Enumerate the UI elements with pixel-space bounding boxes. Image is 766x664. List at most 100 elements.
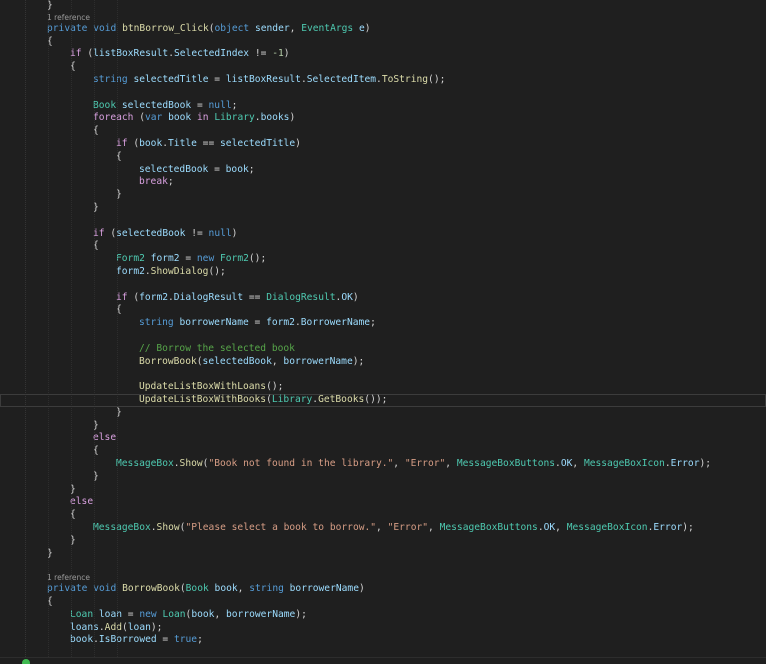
code-token: ();: [208, 266, 226, 277]
code-token: GetBooks: [318, 394, 365, 405]
code-token: book: [214, 583, 238, 595]
code-text: form2.ShowDialog();: [116, 266, 226, 279]
code-token: ;: [197, 634, 203, 646]
code-token: in: [197, 112, 209, 124]
code-token: =: [179, 253, 197, 265]
code-line: private void BorrowBook(Book book, strin…: [0, 583, 766, 596]
code-token: ): [358, 583, 365, 595]
code-token: Library: [271, 394, 313, 405]
code-token: );: [699, 458, 712, 469]
code-line: {: [0, 304, 766, 317]
status-ok-icon: [22, 659, 30, 664]
code-token: Add: [104, 621, 122, 633]
code-token: else: [93, 432, 117, 444]
indent-guide: [48, 0, 50, 663]
code-token: =: [248, 317, 267, 329]
code-token: object: [214, 22, 250, 34]
code-token: Form2: [116, 253, 145, 265]
code-line: if (selectedBook != null): [0, 228, 766, 241]
code-line: if (listBoxResult.SelectedIndex != -1): [0, 48, 766, 61]
code-token: BorrowBook: [139, 355, 197, 367]
code-token: ();: [248, 253, 267, 265]
code-line: book.IsBorrowed = true;: [0, 634, 766, 647]
code-token: UpdateListBoxWithBooks: [139, 394, 267, 405]
code-line: }: [0, 420, 766, 433]
code-line: }: [0, 189, 766, 202]
code-line: UpdateListBoxWithBooks(Library.GetBooks(…: [0, 394, 766, 407]
code-token: new: [139, 608, 157, 620]
code-token: ,: [428, 522, 440, 533]
code-token: // Borrow the selected book: [139, 342, 295, 354]
indent-guide: [25, 0, 27, 663]
code-line: MessageBox.Show("Please select a book to…: [0, 522, 766, 535]
code-token: form2: [150, 253, 180, 265]
code-token: string: [93, 74, 128, 85]
code-editor[interactable]: } 1 reference private void btnBorrow_Click…: [0, 0, 766, 663]
code-text: Form2 form2 = new Form2();: [116, 253, 266, 266]
code-token: MessageBox: [116, 458, 174, 469]
code-token: Show: [179, 458, 203, 469]
code-token: Loan: [70, 608, 94, 620]
code-token: DialogResult: [173, 291, 244, 303]
code-text: selectedBook = book;: [139, 164, 255, 177]
code-line: string selectedTitle = listBoxResult.Sel…: [0, 74, 766, 87]
code-token: ());: [364, 394, 388, 405]
code-token: ToString: [381, 74, 429, 85]
code-token: ();: [266, 381, 284, 393]
code-token: =: [156, 634, 174, 646]
code-token: selectedBook: [202, 355, 272, 367]
code-token: books: [260, 112, 290, 124]
code-token: ;: [248, 163, 255, 175]
code-token: =: [191, 99, 209, 111]
codelens-reference[interactable]: 1 reference: [0, 573, 766, 583]
code-line: }: [0, 484, 766, 497]
code-token: );: [295, 608, 307, 620]
code-line: Loan loan = new Loan(book, borrowerName)…: [0, 609, 766, 622]
code-token: ): [352, 291, 359, 303]
code-token: selectedTitle: [220, 138, 296, 149]
code-token: foreach: [93, 112, 134, 124]
code-line: else: [0, 432, 766, 445]
code-token: borrowerName: [289, 583, 359, 595]
code-token: borrowerName: [226, 608, 296, 620]
code-token: "Book not found in the library.": [208, 458, 394, 469]
code-line: loans.Add(loan);: [0, 622, 766, 635]
code-token: void: [93, 22, 117, 34]
code-token: (: [104, 227, 117, 239]
code-token: -1: [272, 48, 284, 60]
code-text: string borrowerName = form2.BorrowerName…: [139, 317, 376, 330]
code-token: );: [150, 621, 163, 633]
code-line: if (book.Title == selectedTitle): [0, 138, 766, 151]
code-token: borrowerName: [179, 317, 249, 329]
code-line: private void btnBorrow_Click(object send…: [0, 23, 766, 36]
code-token: ,: [572, 458, 584, 469]
code-line: break;: [0, 176, 766, 189]
indent-guide: [94, 0, 96, 663]
code-line: {: [0, 61, 766, 74]
code-token: SelectedIndex: [174, 48, 250, 60]
code-token: BorrowBook: [122, 583, 180, 595]
codelens-reference[interactable]: 1 reference: [0, 13, 766, 23]
code-token: ==: [243, 291, 267, 303]
code-token: ,: [271, 355, 284, 367]
code-token: ,: [289, 22, 302, 34]
code-token: UpdateListBoxWithLoans: [139, 381, 267, 393]
code-token: break: [139, 176, 168, 188]
code-line: Book selectedBook = null;: [0, 100, 766, 113]
code-token: Error: [670, 458, 700, 469]
code-token: Show: [156, 522, 180, 533]
code-line: selectedBook = book;: [0, 164, 766, 177]
code-token: selectedBook: [139, 163, 209, 175]
code-line: }: [0, 0, 766, 13]
code-token: ;: [167, 176, 174, 188]
code-token: private: [47, 22, 88, 34]
code-token: form2: [266, 317, 295, 329]
code-text: Book selectedBook = null;: [93, 100, 237, 113]
code-line: {: [0, 509, 766, 522]
code-token: Form2: [220, 253, 249, 265]
code-line: {: [0, 36, 766, 49]
code-line: BorrowBook(selectedBook, borrowerName);: [0, 356, 766, 369]
code-text: if (selectedBook != null): [93, 228, 237, 241]
